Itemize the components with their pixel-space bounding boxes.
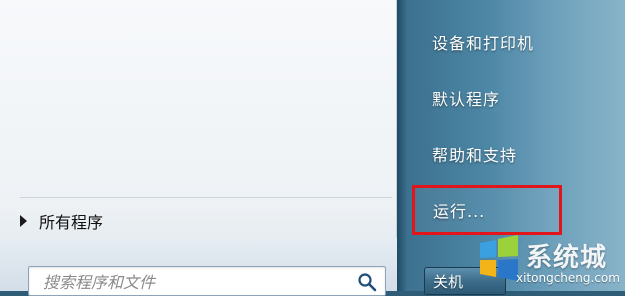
triangle-right-icon: [20, 215, 27, 227]
menu-item-label: 默认程序: [432, 90, 501, 109]
search-input[interactable]: [41, 271, 345, 293]
menu-item-label: 设备和打印机: [432, 34, 535, 53]
menu-item-default-programs[interactable]: 默认程序: [412, 81, 612, 115]
all-programs-item[interactable]: 所有程序: [20, 208, 103, 234]
all-programs-label: 所有程序: [39, 213, 104, 232]
watermark-url: xitongcheng.com: [516, 271, 620, 285]
site-watermark: 系统城 xitongcheng.com: [472, 233, 625, 291]
shutdown-label: 关机: [433, 272, 464, 291]
magnifier-icon[interactable]: [357, 272, 377, 292]
menu-item-label: 运行...: [433, 202, 486, 221]
watermark-name: 系统城: [526, 243, 608, 273]
programs-divider: [20, 197, 392, 198]
menu-item-help-support[interactable]: 帮助和支持: [412, 137, 612, 171]
menu-item-label: 帮助和支持: [432, 146, 518, 165]
menu-item-devices-printers[interactable]: 设备和打印机: [412, 25, 612, 59]
search-box[interactable]: [28, 266, 386, 296]
menu-item-run[interactable]: 运行...: [412, 185, 562, 235]
